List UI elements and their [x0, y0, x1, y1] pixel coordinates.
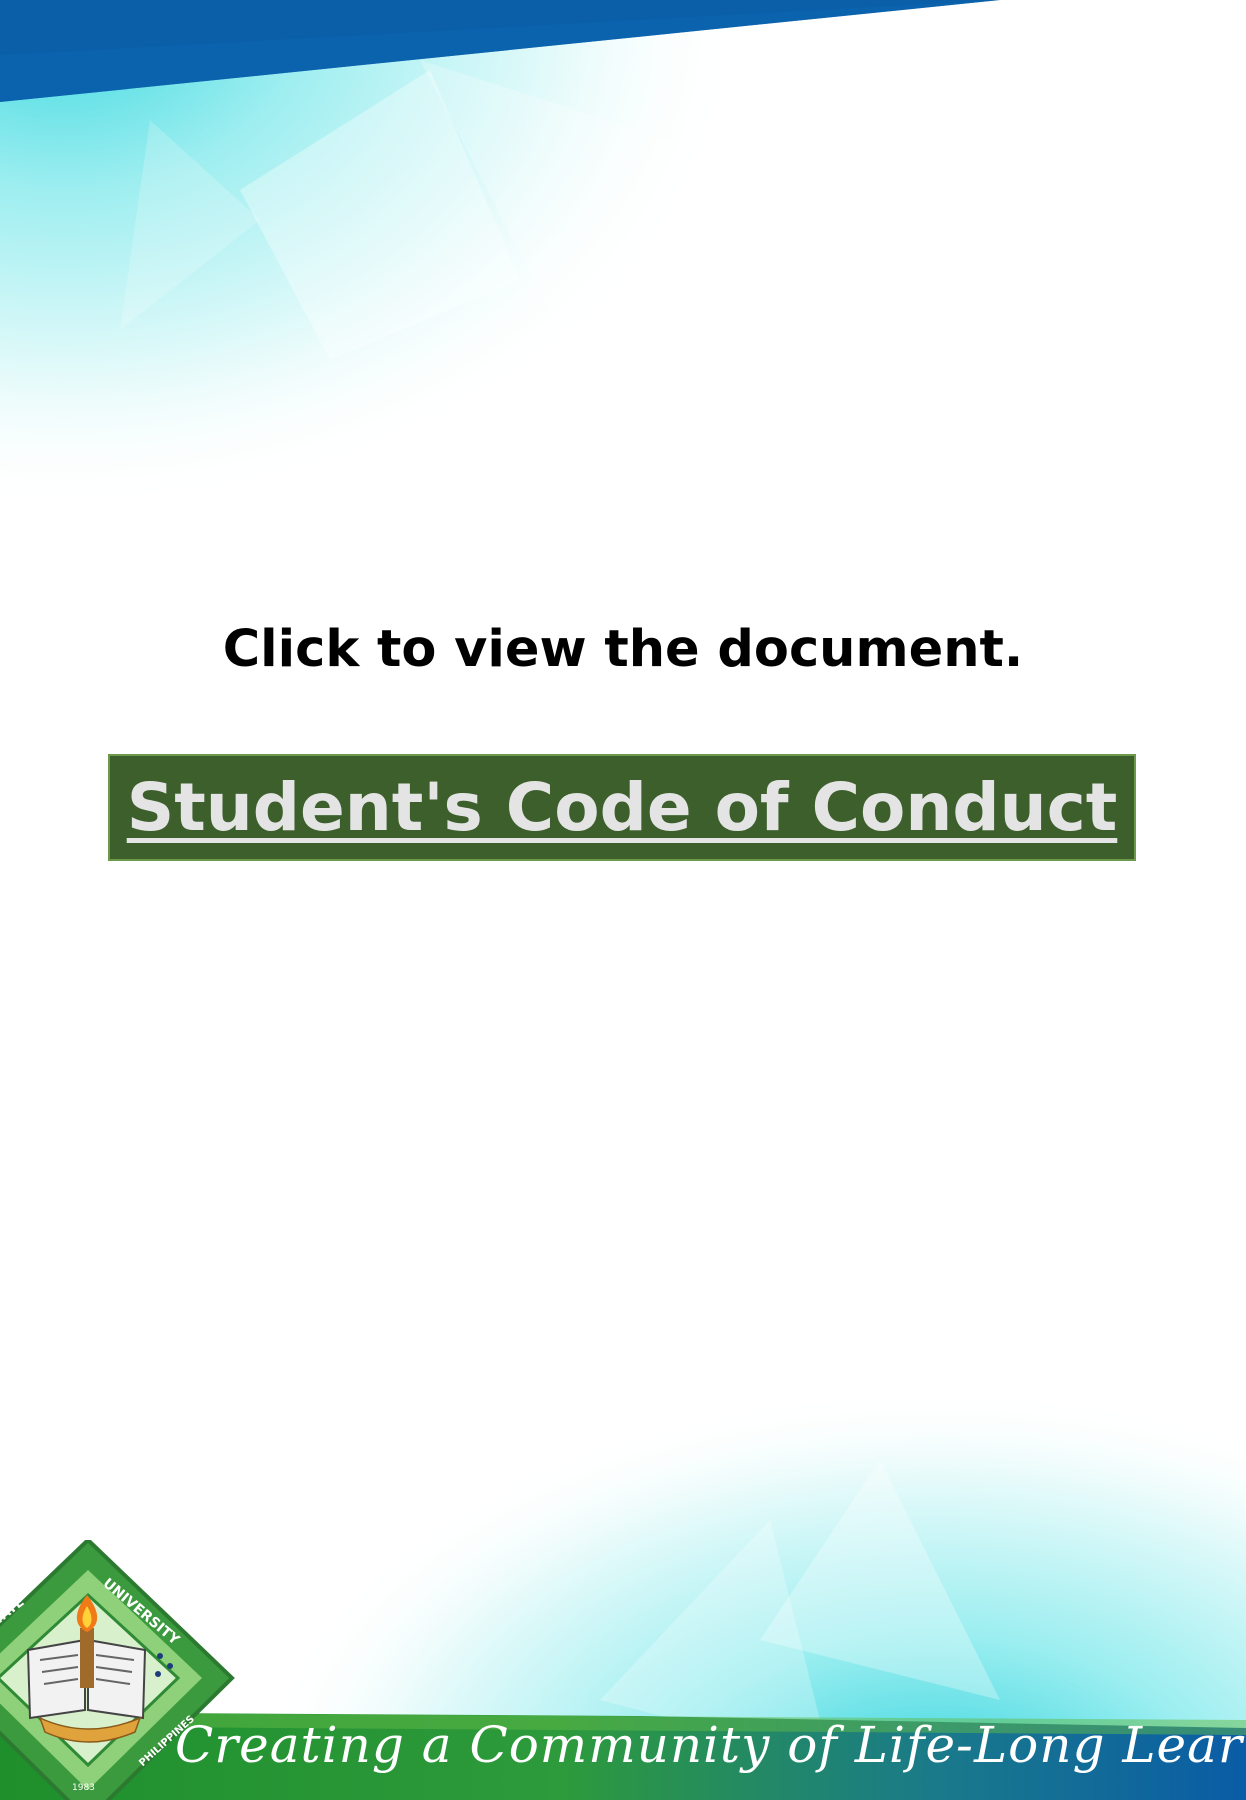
document-link-label[interactable]: Student's Code of Conduct	[127, 769, 1118, 846]
document-page: Click to view the document. Student's Co…	[0, 0, 1246, 1800]
document-link-button[interactable]: Student's Code of Conduct	[108, 754, 1136, 861]
footer-tagline: Creating a Community of Life-Long Learne…	[175, 1716, 1246, 1774]
instruction-text: Click to view the document.	[222, 620, 1024, 679]
background-decoration	[0, 0, 1246, 1800]
svg-text:1983: 1983	[72, 1783, 95, 1793]
